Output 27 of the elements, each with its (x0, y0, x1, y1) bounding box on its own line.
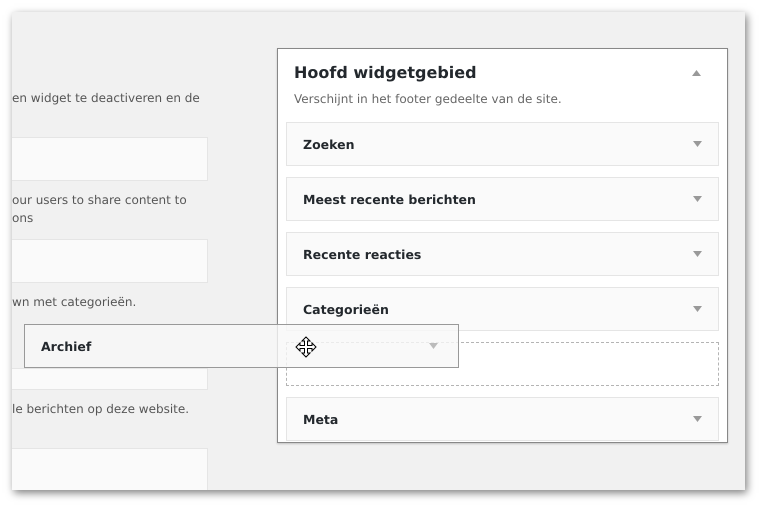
widget-item[interactable]: Meta (286, 397, 719, 441)
expand-arrow-icon[interactable] (693, 416, 702, 422)
widget-area-title: Hoofd widgetgebied (294, 63, 477, 82)
widget-title: Recente reacties (303, 246, 422, 262)
dragged-widget[interactable]: Archief (24, 324, 459, 368)
widget-item[interactable]: Zoeken (286, 122, 719, 166)
expand-arrow-icon[interactable] (429, 343, 438, 349)
widget-item[interactable]: Categorieën (286, 287, 719, 331)
widget-description: wn met categorieën. (12, 294, 138, 311)
widget-title: Archief (41, 338, 92, 354)
expand-arrow-icon[interactable] (693, 306, 702, 312)
move-cursor-icon (295, 336, 317, 358)
expand-arrow-icon[interactable] (693, 251, 702, 257)
widget-title: Zoeken (303, 136, 354, 152)
widget-title: Meest recente berichten (303, 192, 476, 206)
widget-description: le berichten op deze website. (12, 401, 190, 418)
expand-arrow-icon[interactable] (693, 196, 702, 202)
collapse-arrow-icon[interactable] (692, 70, 701, 76)
widget-item[interactable]: Recente reacties (286, 232, 719, 276)
widget-area-description: Verschijnt in het footer gedeelte van de site. (294, 92, 563, 106)
widget-title: Categorieën (303, 302, 389, 316)
expand-arrow-icon[interactable] (693, 141, 702, 147)
widget-description: ons (12, 210, 34, 227)
widget-item[interactable]: Meest recente berichten (286, 177, 719, 221)
widget-description: en widget te deactiveren en de (12, 90, 201, 107)
widget-description: our users to share content to (12, 192, 188, 209)
widget-title: Meta (303, 412, 338, 426)
